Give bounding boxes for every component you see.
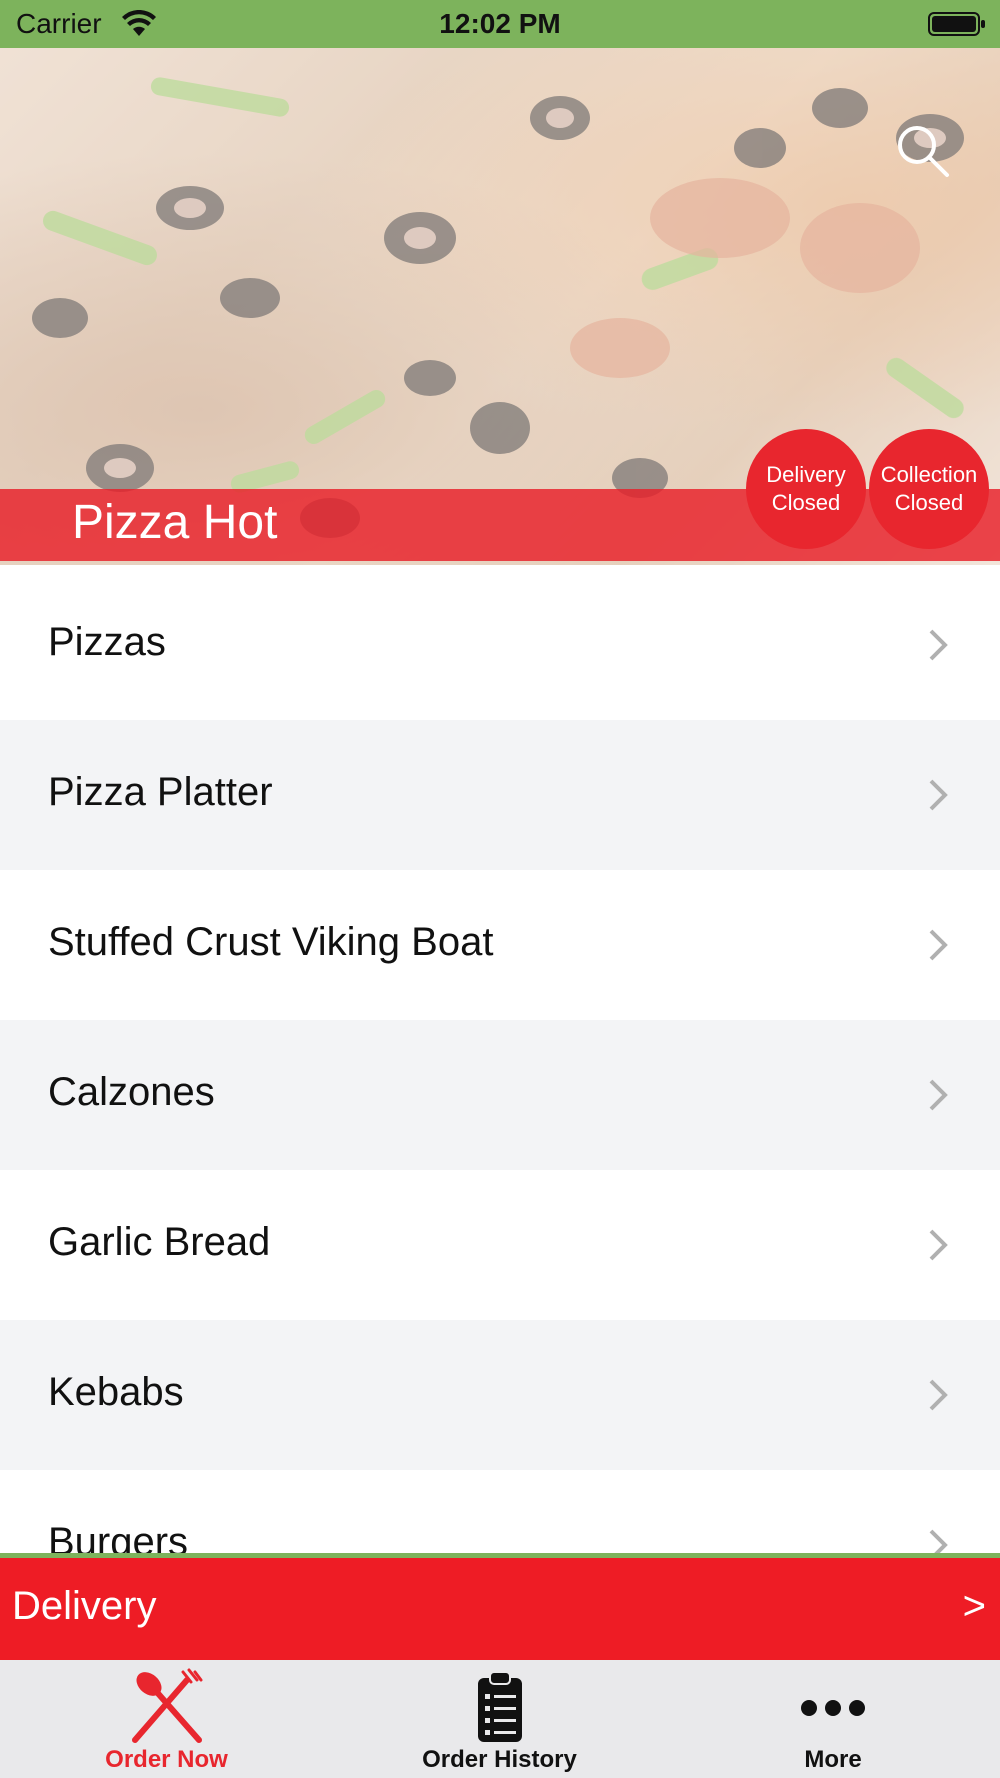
chevron-right-icon bbox=[929, 929, 948, 961]
chevron-right-icon bbox=[929, 1379, 948, 1411]
tab-order-history[interactable]: Order History bbox=[333, 1660, 666, 1778]
clipboard-icon bbox=[477, 1671, 522, 1742]
tab-label: Order Now bbox=[105, 1746, 228, 1773]
tab-bar: Order Now Order History More bbox=[0, 1660, 1000, 1778]
menu-category-label: Stuffed Crust Viking Boat bbox=[48, 920, 494, 964]
chevron-right-icon bbox=[929, 1529, 948, 1555]
collection-status-label: Collection bbox=[880, 462, 978, 487]
menu-category-label: Burgers bbox=[48, 1520, 189, 1555]
menu-category-list: Pizzas Pizza Platter Stuffed Crust Vikin… bbox=[0, 570, 1000, 1555]
clock: 12:02 PM bbox=[439, 8, 561, 39]
chevron-right-icon bbox=[929, 629, 948, 661]
menu-category-item[interactable]: Pizzas bbox=[0, 570, 1000, 720]
menu-category-item[interactable]: Garlic Bread bbox=[0, 1170, 1000, 1320]
order-mode-arrow: > bbox=[962, 1584, 986, 1628]
menu-category-item[interactable]: Calzones bbox=[0, 1020, 1000, 1170]
menu-category-label: Pizza Platter bbox=[48, 770, 273, 814]
tab-order-now[interactable]: Order Now bbox=[0, 1660, 333, 1778]
chevron-right-icon bbox=[929, 1229, 948, 1261]
menu-category-label: Pizzas bbox=[48, 620, 166, 664]
search-icon[interactable] bbox=[895, 123, 951, 179]
store-title: Pizza Hot bbox=[72, 496, 278, 549]
battery-icon bbox=[928, 12, 985, 36]
order-mode-button[interactable]: Delivery > bbox=[0, 1553, 1000, 1660]
fork-knife-icon bbox=[131, 1668, 202, 1743]
collection-status-badge: Collection Closed bbox=[869, 429, 989, 549]
tab-label: More bbox=[804, 1746, 862, 1773]
menu-category-item[interactable]: Stuffed Crust Viking Boat bbox=[0, 870, 1000, 1020]
menu-category-item[interactable]: Burgers bbox=[0, 1470, 1000, 1555]
menu-category-label: Calzones bbox=[48, 1070, 215, 1114]
tab-more[interactable]: More bbox=[666, 1660, 1000, 1778]
order-mode-label: Delivery bbox=[12, 1584, 157, 1628]
menu-category-item[interactable]: Kebabs bbox=[0, 1320, 1000, 1470]
menu-category-label: Garlic Bread bbox=[48, 1220, 271, 1264]
delivery-status-label: Delivery bbox=[766, 462, 846, 487]
collection-status-value: Closed bbox=[894, 490, 964, 515]
tab-label: Order History bbox=[422, 1746, 577, 1773]
chevron-right-icon bbox=[929, 779, 948, 811]
more-dots-icon bbox=[801, 1700, 865, 1716]
chevron-right-icon bbox=[929, 1079, 948, 1111]
menu-category-item[interactable]: Pizza Platter bbox=[0, 720, 1000, 870]
menu-category-label: Kebabs bbox=[48, 1370, 184, 1414]
delivery-status-value: Closed bbox=[771, 490, 841, 515]
delivery-status-badge: Delivery Closed bbox=[746, 429, 866, 549]
status-bar: Carrier 12:02 PM bbox=[0, 0, 1000, 48]
